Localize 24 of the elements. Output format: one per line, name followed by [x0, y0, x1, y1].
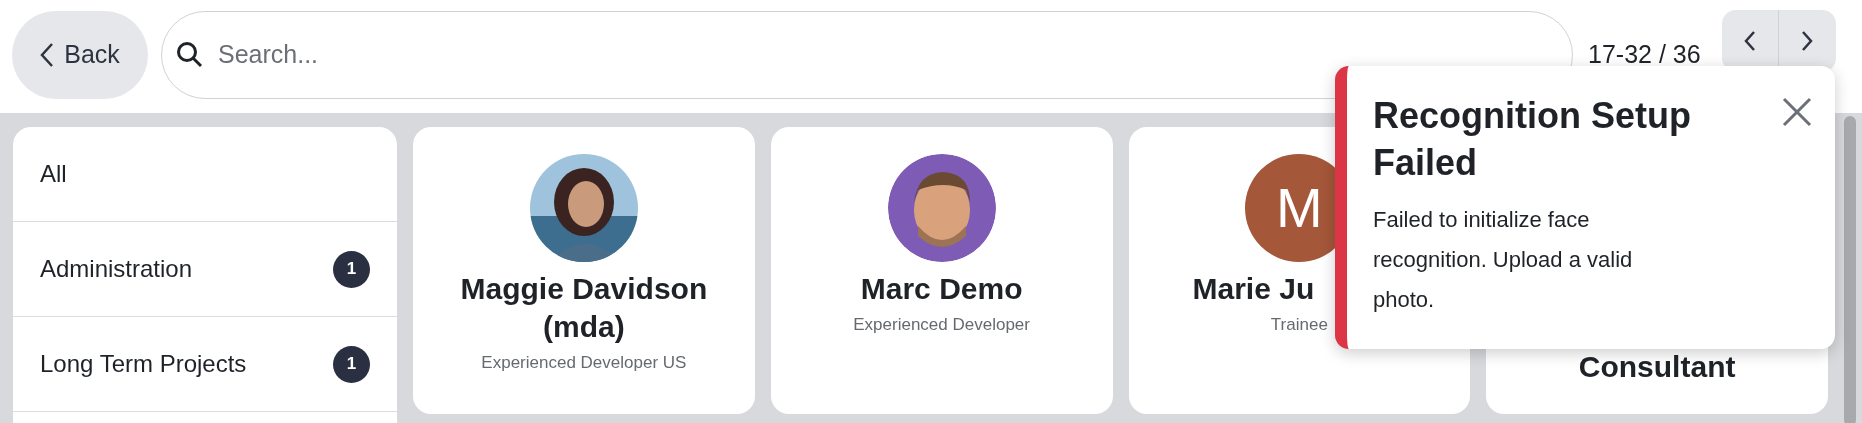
job-title: Experienced Developer: [853, 314, 1030, 336]
employee-name: Maggie Davidson (mda): [459, 271, 709, 345]
chevron-right-icon: [1801, 30, 1814, 52]
chevron-left-icon: [40, 41, 55, 68]
scrollbar[interactable]: [1844, 116, 1856, 423]
sidebar-item[interactable]: Long Term Projects 1: [13, 317, 397, 412]
job-title: Trainee: [1270, 314, 1328, 336]
employee-name: Marie Ju: [1192, 271, 1315, 307]
close-icon: [1782, 97, 1812, 127]
sidebar-item[interactable]: All: [13, 127, 397, 222]
employee-name: Marc Demo: [860, 271, 1023, 307]
job-title: Experienced Developer US: [481, 352, 687, 374]
employee-card[interactable]: Marc Demo Experienced Developer: [770, 127, 1113, 414]
chevron-left-icon: [1743, 30, 1756, 52]
employee-card[interactable]: Maggie Davidson (mda) Experienced Developer US: [413, 127, 755, 414]
sidebar-item[interactable]: Administration 1: [13, 222, 397, 317]
back-button[interactable]: Back: [12, 10, 148, 99]
pager-range: 17-32 / 36: [1588, 39, 1701, 70]
avatar-icon: [887, 154, 996, 262]
search-field[interactable]: Search...: [218, 35, 1558, 74]
employee-name: Consultant: [1578, 349, 1736, 385]
count-badge: 1: [333, 345, 370, 383]
count-badge: 1: [333, 250, 370, 288]
search-icon: [176, 40, 204, 69]
